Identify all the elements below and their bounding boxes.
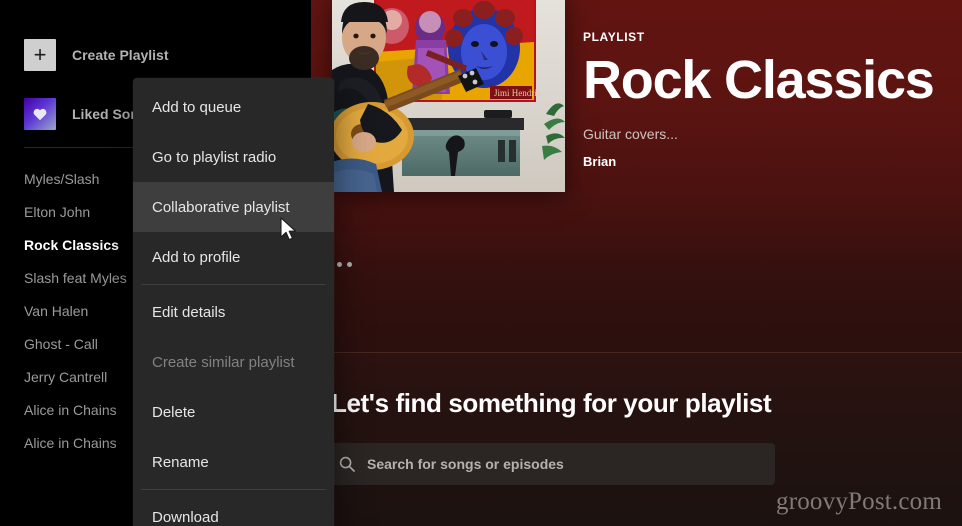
context-menu-item: Create similar playlist [152, 353, 295, 371]
sidebar-item-create-playlist[interactable]: + Create Playlist [24, 39, 169, 71]
context-menu-separator [141, 489, 326, 490]
playlist-description: Guitar covers... [583, 126, 678, 142]
cover-art-image: Jimi Hendrix [332, 0, 565, 192]
search-input[interactable]: Search for songs or episodes [325, 443, 775, 485]
context-menu-item[interactable]: Add to queue [133, 82, 334, 132]
playlist-type-label: PLAYLIST [583, 30, 645, 44]
context-menu-separator [141, 284, 326, 285]
playlist-cover-art[interactable]: Jimi Hendrix [332, 0, 565, 192]
watermark: groovyPost.com [776, 488, 942, 515]
context-menu-item[interactable]: Download [133, 492, 334, 526]
context-menu-item[interactable]: Add to profile [133, 232, 334, 282]
context-menu-item[interactable]: Delete [133, 387, 334, 437]
hero-divider [311, 352, 962, 353]
context-menu-item[interactable]: Collaborative playlist [133, 182, 334, 232]
playlist-context-menu[interactable]: Add to queue Go to playlist radio Collabor… [133, 78, 334, 526]
dot-icon [347, 262, 352, 267]
playlist-owner: Brian [583, 154, 617, 169]
find-section-heading: Let's find something for your playlist [331, 388, 772, 418]
context-menu-item[interactable]: Edit details [133, 287, 334, 337]
context-menu-item[interactable]: Go to playlist radio [133, 132, 334, 182]
svg-text:Jimi Hendrix: Jimi Hendrix [494, 88, 542, 98]
main-content: Jimi Hendrix PLAYLIST Rock Classics Guit… [311, 0, 962, 526]
page-title: Rock Classics [583, 50, 935, 110]
dot-icon [337, 262, 342, 267]
search-placeholder: Search for songs or episodes [367, 456, 564, 472]
context-menu-item[interactable]: Rename [133, 437, 334, 487]
plus-icon: + [24, 39, 56, 71]
spotify-window: Jimi Hendrix PLAYLIST Rock Classics Guit… [0, 0, 962, 526]
playlist-header: PLAYLIST Rock Classics Guitar covers... … [583, 30, 953, 169]
search-icon [339, 456, 355, 472]
heart-icon [24, 98, 56, 130]
create-playlist-label: Create Playlist [72, 47, 169, 63]
